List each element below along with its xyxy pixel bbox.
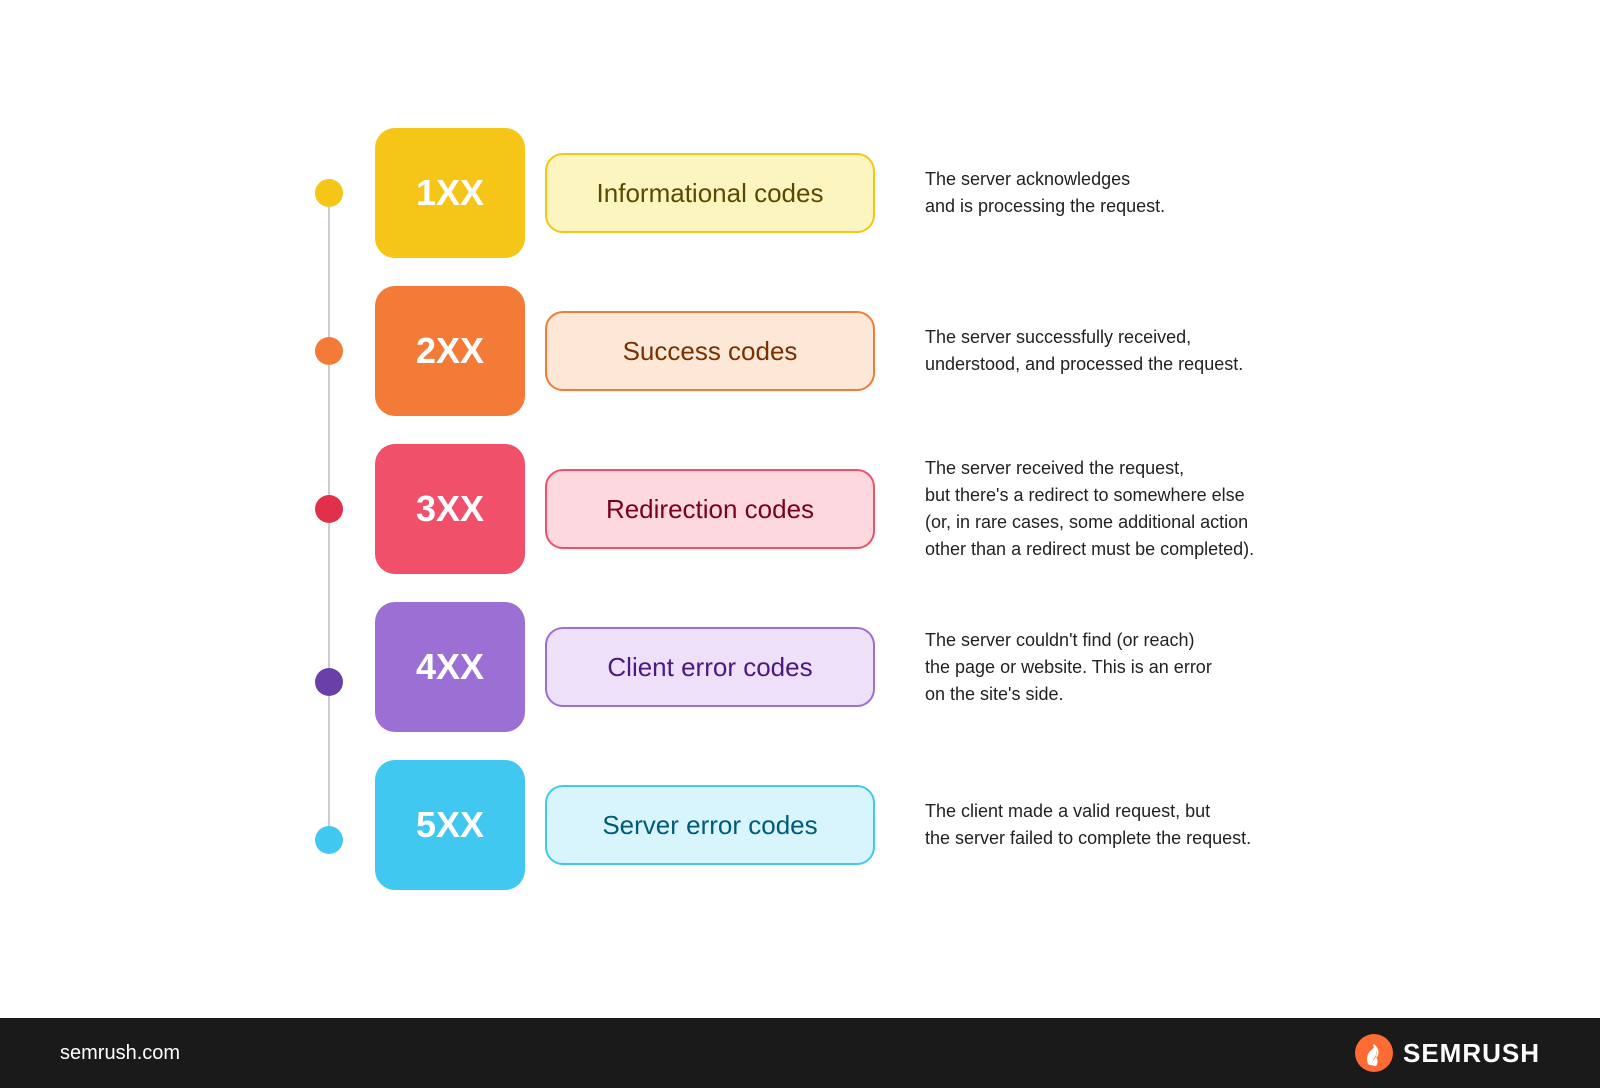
timeline-segment-3 [328,696,330,826]
row-5xx: 5XXServer error codes The client made a v… [375,760,1285,890]
label-box-2xx: Success codes [545,311,875,391]
row-3xx: 3XXRedirection codes The server received … [375,444,1285,574]
timeline-segment-2 [328,523,330,668]
timeline-segment-1 [328,365,330,495]
semrush-logo-icon [1355,1034,1393,1072]
timeline-dot-2xx [315,337,343,365]
label-box-3xx: Redirection codes [545,469,875,549]
description-1xx: The server acknowledgesand is processing… [925,166,1285,220]
row-1xx: 1XXInformational codes The server acknowl… [375,128,1285,258]
footer-url: semrush.com [60,1042,180,1065]
description-2xx: The server successfully received,underst… [925,324,1285,378]
label-box-5xx: Server error codes [545,785,875,865]
diagram: 1XXInformational codes The server acknowl… [315,128,1285,890]
main-content: 1XXInformational codes The server acknowl… [0,0,1600,1018]
description-3xx: The server received the request,but ther… [925,455,1285,563]
code-box-3xx: 3XX [375,444,525,574]
code-box-4xx: 4XX [375,602,525,732]
code-box-2xx: 2XX [375,286,525,416]
description-5xx: The client made a valid request, butthe … [925,798,1285,852]
timeline-dot-5xx [315,826,343,854]
timeline-dot-1xx [315,179,343,207]
footer-logo: SEMRUSH [1355,1034,1540,1072]
code-box-5xx: 5XX [375,760,525,890]
description-4xx: The server couldn't find (or reach)the p… [925,627,1285,708]
code-box-1xx: 1XX [375,128,525,258]
footer: semrush.com SEMRUSH [0,1018,1600,1088]
timeline-dot-4xx [315,668,343,696]
row-2xx: 2XXSuccess codes The server successfully … [375,286,1285,416]
label-box-1xx: Informational codes [545,153,875,233]
semrush-brand-text: SEMRUSH [1403,1038,1540,1069]
timeline-dot-3xx [315,495,343,523]
timeline [315,128,343,854]
timeline-segment-0 [328,207,330,337]
label-box-4xx: Client error codes [545,627,875,707]
rows-container: 1XXInformational codes The server acknowl… [375,128,1285,890]
row-4xx: 4XXClient error codes The server couldn't… [375,602,1285,732]
